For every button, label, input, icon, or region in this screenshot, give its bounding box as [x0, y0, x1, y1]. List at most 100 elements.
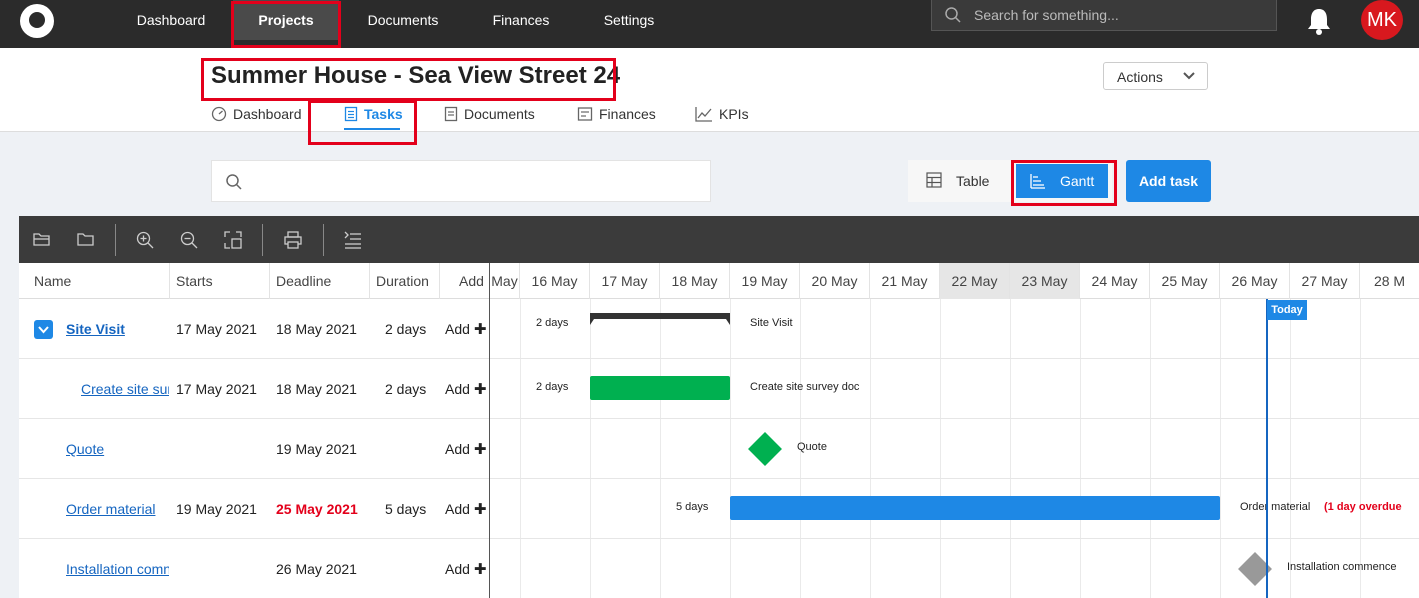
view-gantt-label: Gantt	[1060, 173, 1095, 189]
fit-screen-icon[interactable]	[224, 231, 242, 249]
task-name-link[interactable]: Quote	[66, 419, 168, 479]
task-bar[interactable]	[590, 376, 730, 400]
view-table-button[interactable]: Table	[908, 160, 1012, 202]
subtab-label: Documents	[464, 106, 535, 122]
subtab-kpis[interactable]: KPIs	[695, 106, 749, 122]
task-name-link[interactable]: Installation comn	[66, 539, 169, 598]
subtab-documents[interactable]: Documents	[444, 106, 535, 122]
day-header: 20 May	[800, 263, 870, 299]
subtab-dashboard[interactable]: Dashboard	[211, 106, 302, 122]
day-header: 26 May	[1220, 263, 1290, 299]
add-subtask-button[interactable]: Add ✚	[445, 419, 486, 479]
task-deadline-overdue: 25 May 2021	[276, 501, 358, 517]
table-row[interactable]: Installation comn 26 May 2021 Add ✚ Inst…	[19, 539, 1419, 598]
subtab-label: Tasks	[364, 106, 403, 122]
day-header: 24 May	[1080, 263, 1150, 299]
subtab-label: Dashboard	[233, 106, 302, 122]
add-label: Add	[445, 321, 470, 337]
active-tab-indicator	[344, 128, 400, 130]
bar-label: Create site survey doc	[750, 381, 860, 393]
add-label: Add	[445, 381, 470, 397]
col-header-starts[interactable]: Starts	[170, 263, 270, 299]
plus-icon: ✚	[473, 321, 487, 338]
nav-documents[interactable]: Documents	[362, 0, 444, 40]
col-header-add[interactable]: Add	[440, 263, 489, 299]
add-subtask-button[interactable]: Add ✚	[445, 299, 486, 359]
global-search-input[interactable]: Search for something...	[931, 0, 1277, 31]
collapse-checkbox[interactable]	[34, 320, 53, 339]
add-label: Add	[445, 501, 470, 517]
plus-icon: ✚	[473, 501, 487, 518]
search-icon	[226, 174, 242, 190]
avatar[interactable]: MK	[1361, 0, 1403, 40]
table-row[interactable]: Order material 19 May 2021 25 May 2021 5…	[19, 479, 1419, 539]
page-title: Summer House - Sea View Street 24	[211, 62, 621, 89]
indent-icon[interactable]	[344, 231, 362, 249]
subtab-label: KPIs	[719, 106, 749, 122]
add-subtask-button[interactable]: Add ✚	[445, 359, 486, 419]
nav-projects[interactable]: Projects	[233, 0, 339, 40]
summary-bar[interactable]	[590, 313, 730, 327]
day-header-weekend: 23 May	[1010, 263, 1080, 299]
view-table-label: Table	[956, 173, 990, 189]
day-header: 27 May	[1290, 263, 1360, 299]
bar-duration-label: 5 days	[676, 501, 709, 513]
add-task-button[interactable]: Add task	[1126, 160, 1211, 202]
task-name-link[interactable]: Order material	[66, 479, 168, 539]
print-icon[interactable]	[284, 231, 302, 249]
chevron-down-icon	[38, 326, 49, 334]
gantt-icon	[1030, 174, 1045, 189]
toolbar-divider	[262, 224, 263, 256]
project-header: Summer House - Sea View Street 24 Action…	[0, 48, 1419, 132]
day-header: 17 May	[590, 263, 660, 299]
milestone-marker[interactable]	[748, 432, 782, 466]
subtab-finances[interactable]: Finances	[577, 106, 656, 122]
task-duration: 2 days	[385, 381, 427, 397]
zoom-in-icon[interactable]	[136, 231, 154, 249]
col-header-duration[interactable]: Duration	[370, 263, 440, 299]
table-row[interactable]: Create site sur 17 May 2021 18 May 2021 …	[19, 359, 1419, 419]
folder-icon[interactable]	[77, 231, 95, 247]
bar-label: Site Visit	[750, 317, 793, 329]
col-header-name[interactable]: Name	[19, 263, 170, 299]
task-search-input[interactable]	[211, 160, 711, 202]
task-duration: 2 days	[385, 321, 427, 337]
task-deadline: 26 May 2021	[276, 561, 357, 577]
day-header: 21 May	[870, 263, 940, 299]
nav-finances[interactable]: Finances	[487, 0, 555, 40]
task-name-link[interactable]: Create site sur	[81, 359, 169, 419]
line-chart-icon	[695, 107, 712, 122]
task-name-link[interactable]: Site Visit	[66, 299, 168, 359]
add-subtask-button[interactable]: Add ✚	[445, 479, 486, 539]
task-bar[interactable]	[730, 496, 1220, 520]
task-duration: 5 days	[385, 501, 427, 517]
folder-open-icon[interactable]	[33, 231, 51, 247]
view-gantt-button[interactable]: Gantt	[1016, 164, 1108, 198]
task-deadline: 18 May 2021	[276, 381, 357, 397]
bar-label: Quote	[797, 441, 827, 453]
zoom-out-icon[interactable]	[180, 231, 198, 249]
task-starts: 17 May 2021	[176, 381, 257, 397]
toolbar-divider	[323, 224, 324, 256]
logo-icon[interactable]	[20, 4, 54, 38]
table-row[interactable]: Quote 19 May 2021 Add ✚ Quote	[19, 419, 1419, 479]
subtab-tasks[interactable]: Tasks	[344, 106, 403, 122]
day-header: 16 May	[520, 263, 590, 299]
gantt-chart: Name Starts Deadline Duration Add May 16…	[19, 216, 1419, 598]
plus-icon: ✚	[473, 381, 487, 398]
plus-icon: ✚	[473, 441, 487, 458]
day-header: 18 May	[660, 263, 730, 299]
table-row[interactable]: Site Visit 17 May 2021 18 May 2021 2 day…	[19, 299, 1419, 359]
bell-icon[interactable]	[1305, 6, 1333, 36]
bar-label: Order material	[1240, 501, 1311, 513]
actions-dropdown[interactable]: Actions	[1103, 62, 1208, 90]
col-header-deadline[interactable]: Deadline	[270, 263, 370, 299]
task-deadline: 19 May 2021	[276, 441, 357, 457]
task-starts: 19 May 2021	[176, 501, 257, 517]
add-subtask-button[interactable]: Add ✚	[445, 539, 486, 598]
nav-dashboard[interactable]: Dashboard	[130, 0, 212, 40]
view-toggle: Table Gantt	[908, 160, 1112, 202]
nav-settings[interactable]: Settings	[597, 0, 661, 40]
gantt-splitter[interactable]	[489, 263, 490, 598]
day-header: 19 May	[730, 263, 800, 299]
